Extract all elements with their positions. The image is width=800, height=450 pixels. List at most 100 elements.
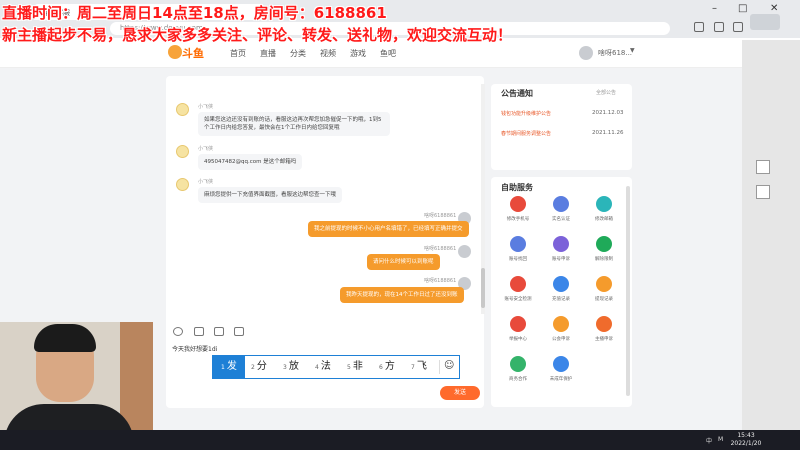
service-label[interactable]: 修改手机号 <box>498 216 538 222</box>
service-label[interactable]: 账号找回 <box>498 256 538 262</box>
service-icon[interactable] <box>553 356 569 372</box>
service-icon[interactable] <box>510 356 526 372</box>
my-message-1: 我之前提现的时候不小心用户名填错了，已经填写正确并提交 <box>308 221 469 237</box>
send-button[interactable]: 发送 <box>440 386 480 400</box>
service-label[interactable]: 账号申诉 <box>541 256 581 262</box>
collections-icon[interactable] <box>714 22 724 32</box>
service-icon[interactable] <box>553 276 569 292</box>
ime-tray-indicator[interactable]: 中 <box>706 436 712 445</box>
service-scrollbar[interactable] <box>626 186 630 396</box>
cs-name: 小飞侠 <box>198 104 214 110</box>
notice-more-link[interactable]: 全部公告 <box>596 89 616 96</box>
nav-home[interactable]: 首页 <box>230 48 246 59</box>
ime-candidate-2[interactable]: 2分 <box>251 356 279 378</box>
ime-candidate-1[interactable]: 1发 <box>213 356 245 378</box>
service-label[interactable]: 商务合作 <box>498 376 538 382</box>
my-name: 啥呀6188861 <box>424 246 457 252</box>
notice-item[interactable]: 钱包功能升级维护公告 <box>501 110 551 117</box>
cs-name: 小飞侠 <box>198 146 214 152</box>
side-tool-icon[interactable] <box>756 160 770 174</box>
ime-candidate-6[interactable]: 6方 <box>379 356 407 378</box>
minimize-icon[interactable]: – <box>712 3 717 14</box>
folder-icon[interactable] <box>214 327 224 336</box>
service-label[interactable]: 未成年保护 <box>541 376 581 382</box>
service-icon[interactable] <box>510 276 526 292</box>
ime-emoji-icon[interactable]: ☺ <box>444 360 454 371</box>
service-icon[interactable] <box>553 236 569 252</box>
ime-candidate-3[interactable]: 3放 <box>283 356 311 378</box>
service-label[interactable]: 公会申诉 <box>541 336 581 342</box>
clock-time: 15:43 <box>737 432 755 439</box>
service-icon[interactable] <box>596 236 612 252</box>
my-name: 啥呀6188861 <box>424 278 457 284</box>
nav-games[interactable]: 游戏 <box>350 48 366 59</box>
emoji-icon[interactable] <box>173 327 183 336</box>
chat-scrollbar[interactable] <box>481 268 485 308</box>
profile-icon[interactable] <box>733 22 743 32</box>
close-icon[interactable]: ✕ <box>770 3 778 14</box>
nav-video[interactable]: 视频 <box>320 48 336 59</box>
my-avatar <box>458 245 471 258</box>
chevron-down-icon[interactable]: ▼ <box>630 47 635 54</box>
nav-fishbar[interactable]: 鱼吧 <box>380 48 396 59</box>
cs-message-1: 如果您这边还没有到账的话，看服这边再次帮您加急催促一下的哦，1到5个工作日内给您… <box>198 112 390 136</box>
screen: 斗鱼客服 https://www.douyu.com – □ ✕ 直播时间：周二… <box>0 0 800 450</box>
stream-overlay-schedule: 直播时间：周二至周日14点至18点，房间号：6188861 <box>2 4 387 22</box>
cs-message-2: 495047482@qq.com 是这个邮箱吗 <box>198 154 303 170</box>
user-name[interactable]: 啥呀618... <box>598 48 632 58</box>
service-icon[interactable] <box>510 196 526 212</box>
service-icon[interactable] <box>553 196 569 212</box>
order-icon[interactable] <box>234 327 244 336</box>
self-service-title: 自助服务 <box>501 183 533 192</box>
lang-tray-indicator[interactable]: M <box>718 436 723 443</box>
service-label[interactable]: 举报中心 <box>498 336 538 342</box>
service-icon[interactable] <box>596 276 612 292</box>
obs-logo-icon <box>750 14 780 30</box>
side-tool-icon[interactable] <box>756 185 770 199</box>
service-label[interactable]: 提现记录 <box>584 296 624 302</box>
ime-candidate-5[interactable]: 5非 <box>347 356 375 378</box>
cs-avatar <box>176 178 189 191</box>
cs-name: 小飞侠 <box>198 179 214 185</box>
service-icon[interactable] <box>510 316 526 332</box>
notice-date: 2021.12.03 <box>592 110 624 116</box>
stream-overlay-appeal: 新主播起步不易，恳求大家多多关注、评论、转发、送礼物，欢迎交流互动！ <box>2 26 513 44</box>
service-label[interactable]: 修改邮箱 <box>584 216 624 222</box>
ime-candidate-bar: 1发 2分 3放 4法 5非 6方 7飞 ☺ <box>212 355 460 379</box>
service-label[interactable]: 充值记录 <box>541 296 581 302</box>
service-label[interactable]: 解除限制 <box>584 256 624 262</box>
service-label[interactable]: 实名认证 <box>541 216 581 222</box>
notice-date: 2021.11.26 <box>592 130 624 136</box>
ime-candidate-7[interactable]: 7飞 <box>411 356 439 378</box>
site-logo[interactable]: 斗鱼 <box>168 45 204 61</box>
taskbar-clock[interactable]: 15:43 2022/1/20 <box>726 432 766 448</box>
maximize-icon[interactable]: □ <box>738 3 747 14</box>
ime-candidate-4[interactable]: 4法 <box>315 356 343 378</box>
notice-item[interactable]: 春节期间服务调整公告 <box>501 130 551 137</box>
service-icon[interactable] <box>553 316 569 332</box>
my-message-2: 请问什么时候可以到账呢 <box>367 254 440 270</box>
image-icon[interactable] <box>194 327 204 336</box>
cs-avatar <box>176 145 189 158</box>
my-name: 啥呀6188861 <box>424 213 457 219</box>
service-icon[interactable] <box>596 196 612 212</box>
notice-title: 公告通知 <box>501 89 533 98</box>
chat-input[interactable]: 今天我好想要1di <box>172 344 217 353</box>
clock-date: 2022/1/20 <box>730 440 762 447</box>
service-label[interactable]: 主播申诉 <box>584 336 624 342</box>
fish-logo-icon <box>168 45 182 59</box>
nav-live[interactable]: 直播 <box>260 48 276 59</box>
favorite-icon[interactable] <box>694 22 704 32</box>
streamer-hair <box>34 324 96 352</box>
service-icon[interactable] <box>596 316 612 332</box>
service-icon[interactable] <box>510 236 526 252</box>
service-label[interactable]: 账号安全检测 <box>498 296 538 302</box>
cs-message-3: 麻烦您提供一下充值界面截图，看服这边帮您查一下哦 <box>198 187 343 203</box>
cs-avatar <box>176 103 189 116</box>
my-message-4: 我昨天提现的，现在14个工作日过了还没到账 <box>340 287 464 303</box>
nav-category[interactable]: 分类 <box>290 48 306 59</box>
side-strip <box>742 40 800 430</box>
avatar[interactable] <box>579 46 593 60</box>
taskbar <box>0 430 800 450</box>
ime-divider <box>439 360 440 374</box>
